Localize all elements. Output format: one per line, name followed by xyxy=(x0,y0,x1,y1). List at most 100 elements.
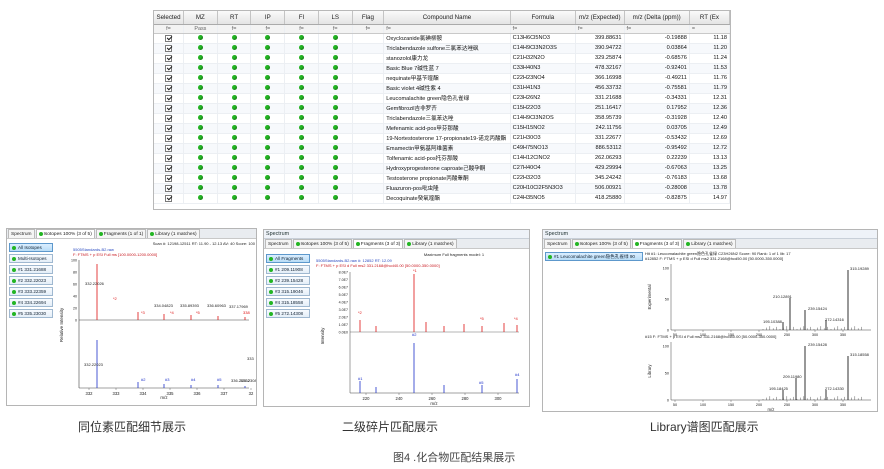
table-row[interactable]: 19-Nortestosterone 17-propionate19-诺龙丙酸酯… xyxy=(154,133,730,144)
column-header[interactable]: IP xyxy=(250,11,286,25)
selected-cell[interactable] xyxy=(154,43,184,54)
library-hit-item[interactable]: #1 Leucomalachite green隐色孔雀绿 90 xyxy=(545,252,643,261)
side-item[interactable]: #5 335.23030 xyxy=(9,309,53,318)
tab-0[interactable]: Spectrum xyxy=(265,239,292,248)
table-row[interactable]: Gemfibrozil吉非罗齐 C15H22O3 251.16417 0.17952 1… xyxy=(154,103,730,114)
table-row[interactable]: Triclabendazole三氯苯达唑 C14H9Cl3N2OS 358.9573… xyxy=(154,113,730,124)
table-row[interactable]: Emamectin甲氨基阿维菌素 C49H75NO13 886.53112 -0.95… xyxy=(154,143,730,154)
column-header[interactable]: Compound Name xyxy=(383,11,511,25)
side-item[interactable]: #1 331.21688 xyxy=(9,265,53,274)
table-row[interactable]: Decoquinate癸氧喹酯 C24H35NO5 418.25880 -0.8287… xyxy=(154,193,730,204)
checkbox-checked[interactable] xyxy=(165,194,172,202)
selected-cell[interactable] xyxy=(154,33,184,44)
table-row[interactable]: Basic violet 4碱性紫 4 C31H41N3 456.33732 -0.7… xyxy=(154,83,730,94)
side-item[interactable]: All Isotopes xyxy=(9,243,53,252)
checkbox-checked[interactable] xyxy=(165,94,172,102)
column-header[interactable]: RT xyxy=(217,11,252,25)
column-header[interactable]: FI xyxy=(284,11,319,25)
checkbox-checked[interactable] xyxy=(165,134,172,142)
table-row[interactable]: Oxyclozanide氯碘柳胺 C13H6Cl5NO3 399.88631 -0.1… xyxy=(154,33,730,44)
selected-cell[interactable] xyxy=(154,53,184,64)
filter-cell[interactable]: f= xyxy=(250,24,286,34)
column-header[interactable]: Selected xyxy=(154,11,184,25)
side-item[interactable]: Multi-Isotopes xyxy=(9,254,53,263)
table-row[interactable]: Testosterone propionate丙酸睾酮 C22H32O3 345.2… xyxy=(154,173,730,184)
filter-cell[interactable]: f= xyxy=(510,24,577,34)
column-header[interactable]: LS xyxy=(318,11,353,25)
table-row[interactable]: Triclabendazole sulfone三氯苯达唑砜 C14H9Cl3N2O… xyxy=(154,43,730,54)
filter-cell[interactable]: f= xyxy=(284,24,319,34)
tab-3[interactable]: Library (1 matches) xyxy=(147,229,200,238)
side-item[interactable]: #3 333.22359 xyxy=(9,287,53,296)
table-row[interactable]: stanozolol康力龙 C21H32N2O 329.25874 -0.68576 1… xyxy=(154,53,730,64)
tab-1[interactable]: Isotopes 100% (3 of 5) xyxy=(292,239,352,248)
side-item[interactable]: #4 315.18558 xyxy=(266,298,310,307)
checkbox-checked[interactable] xyxy=(165,144,172,152)
selected-cell[interactable] xyxy=(154,73,184,84)
selected-cell[interactable] xyxy=(154,193,184,204)
filter-cell[interactable]: = xyxy=(689,24,730,34)
side-item[interactable]: #5 272.14308 xyxy=(266,309,310,318)
checkbox-checked[interactable] xyxy=(165,154,172,162)
checkbox-checked[interactable] xyxy=(165,74,172,82)
side-item[interactable]: All Fragments xyxy=(266,254,310,263)
column-header[interactable]: m/z (Expected) xyxy=(575,11,625,25)
side-item[interactable]: #3 315.19046 xyxy=(266,287,310,296)
checkbox-checked[interactable] xyxy=(165,64,172,72)
table-row[interactable]: Tolfenamic acid-pos托芬那酸 C14H12ClNO2 262.06… xyxy=(154,153,730,164)
checkbox-checked[interactable] xyxy=(165,44,172,52)
column-header[interactable]: Formula xyxy=(510,11,577,25)
checkbox-checked[interactable] xyxy=(165,124,172,132)
selected-cell[interactable] xyxy=(154,63,184,74)
table-row[interactable]: Mefenamic acid-pos甲芬那酸 C15H15NO2 242.11756… xyxy=(154,123,730,134)
checkbox-checked[interactable] xyxy=(165,184,172,192)
table-row[interactable]: Leucomalachite green隐色孔雀绿 C23H26N2 331.216… xyxy=(154,93,730,104)
selected-cell[interactable] xyxy=(154,153,184,164)
selected-cell[interactable] xyxy=(154,133,184,144)
table-row[interactable]: Fluazuron-pos吡虫隆 C20H10Cl2F5N3O3 506.00921… xyxy=(154,183,730,194)
filter-cell[interactable]: f= xyxy=(575,24,625,34)
selected-cell[interactable] xyxy=(154,83,184,94)
tab-2[interactable]: Fragments (1 of 1) xyxy=(95,229,147,238)
filter-cell[interactable]: f= xyxy=(154,24,184,34)
column-header[interactable]: Flag xyxy=(352,11,385,25)
selected-cell[interactable] xyxy=(154,143,184,154)
selected-cell[interactable] xyxy=(154,113,184,124)
column-header[interactable]: MZ xyxy=(183,11,218,25)
tab-0[interactable]: Spectrum xyxy=(544,239,571,248)
tab-3[interactable]: Library (1 matches) xyxy=(404,239,457,248)
side-item[interactable]: #1 209.11908 xyxy=(266,265,310,274)
tab-3[interactable]: Library (1 matches) xyxy=(683,239,736,248)
checkbox-checked[interactable] xyxy=(165,54,172,62)
checkbox-checked[interactable] xyxy=(165,114,172,122)
filter-cell[interactable]: f= xyxy=(217,24,252,34)
filter-cell[interactable]: f= xyxy=(624,24,690,34)
side-item[interactable]: #4 334.22694 xyxy=(9,298,53,307)
column-header[interactable]: RT (Ex xyxy=(689,11,730,25)
checkbox-checked[interactable] xyxy=(165,174,172,182)
column-header[interactable]: m/z (Delta (ppm)) xyxy=(624,11,690,25)
checkbox-checked[interactable] xyxy=(165,34,172,42)
tab-2[interactable]: Fragments (3 of 3) xyxy=(631,239,683,248)
checkbox-checked[interactable] xyxy=(165,104,172,112)
selected-cell[interactable] xyxy=(154,183,184,194)
checkbox-checked[interactable] xyxy=(165,84,172,92)
filter-cell[interactable]: f= xyxy=(383,24,511,34)
tab-1[interactable]: Isotopes 100% (3 of 5) xyxy=(571,239,631,248)
side-item[interactable]: #2 332.22023 xyxy=(9,276,53,285)
side-item[interactable]: #2 239.15428 xyxy=(266,276,310,285)
selected-cell[interactable] xyxy=(154,173,184,184)
selected-cell[interactable] xyxy=(154,123,184,134)
filter-cell[interactable]: f= xyxy=(352,24,385,34)
selected-cell[interactable] xyxy=(154,103,184,114)
table-row[interactable]: nequinate甲基苄喹酯 C22H23NO4 366.16998 -0.49211… xyxy=(154,73,730,84)
filter-cell[interactable]: Pass xyxy=(183,24,218,34)
table-row[interactable]: Hydroxyprogesterone caproate己酸孕酮 C27H40O4… xyxy=(154,163,730,174)
tab-2[interactable]: Fragments (3 of 3) xyxy=(352,239,404,248)
tab-1[interactable]: Isotopes 100% (3 of 5) xyxy=(35,229,95,238)
checkbox-checked[interactable] xyxy=(165,164,172,172)
filter-cell[interactable]: f= xyxy=(318,24,353,34)
tab-0[interactable]: Spectrum xyxy=(8,229,35,238)
selected-cell[interactable] xyxy=(154,163,184,174)
selected-cell[interactable] xyxy=(154,93,184,104)
